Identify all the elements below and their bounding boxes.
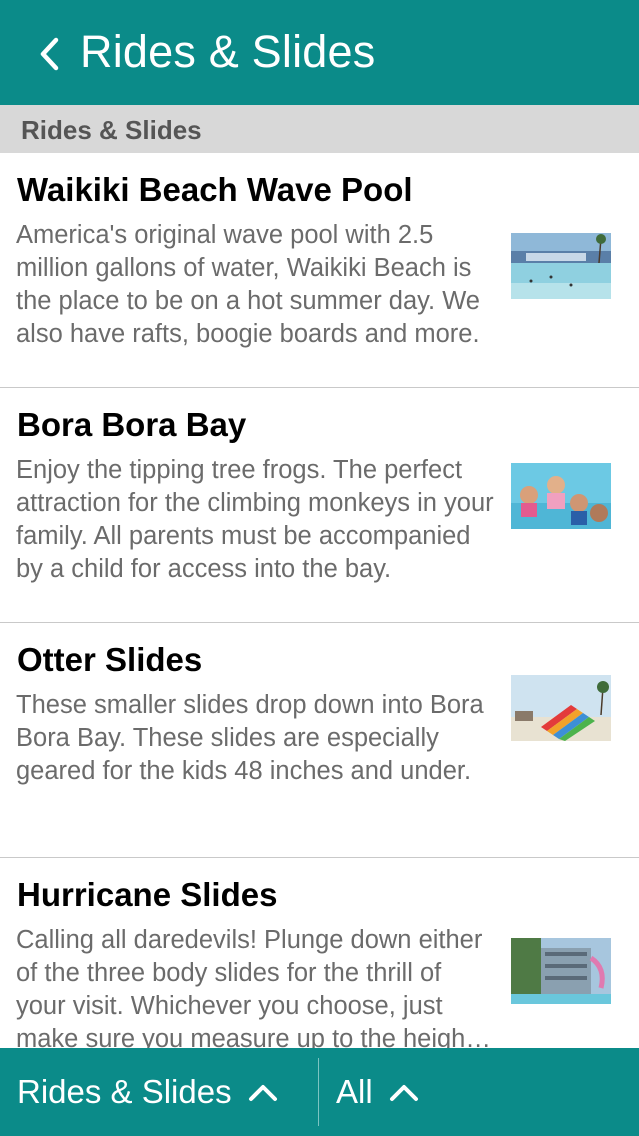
category-filter-button[interactable]: Rides & Slides — [17, 1048, 278, 1136]
nav-header: Rides & Slides — [0, 0, 639, 105]
item-description: These smaller slides drop down into Bora… — [16, 691, 484, 785]
wave-pool-thumbnail — [511, 233, 611, 299]
slide-tower-thumbnail — [511, 938, 611, 1004]
all-filter-button[interactable]: All — [336, 1048, 419, 1136]
list-item[interactable]: Waikiki Beach Wave Pool America's origin… — [0, 153, 639, 388]
all-filter-label: All — [336, 1073, 373, 1110]
footer-divider — [318, 1058, 319, 1126]
kids-in-pool-thumbnail — [511, 463, 611, 529]
item-title: Bora Bora Bay — [17, 406, 247, 443]
list-item[interactable]: Otter Slides These smaller slides drop d… — [0, 623, 639, 858]
item-title: Waikiki Beach Wave Pool — [17, 171, 413, 208]
item-description: America's original wave pool with 2.5 mi… — [16, 221, 480, 348]
chevron-up-icon — [389, 1082, 419, 1102]
page-title: Rides & Slides — [80, 26, 376, 77]
item-description: Enjoy the tipping tree frogs. The perfec… — [16, 456, 494, 583]
item-title: Hurricane Slides — [17, 876, 278, 913]
list-item[interactable]: Bora Bora Bay Enjoy the tipping tree fro… — [0, 388, 639, 623]
item-description: Calling all daredevils! Plunge down eith… — [16, 926, 483, 1048]
filter-bar: Rides & Slides All — [0, 1048, 639, 1136]
back-button[interactable] — [34, 34, 64, 74]
attractions-list[interactable]: Waikiki Beach Wave Pool America's origin… — [0, 153, 639, 1048]
category-filter-label: Rides & Slides — [17, 1073, 232, 1110]
item-title: Otter Slides — [17, 641, 203, 678]
section-header: Rides & Slides — [0, 105, 639, 153]
chevron-up-icon — [248, 1082, 278, 1102]
chevron-left-icon — [40, 37, 59, 71]
colorful-slides-thumbnail — [511, 675, 611, 741]
section-title: Rides & Slides — [21, 115, 202, 145]
list-item[interactable]: Hurricane Slides Calling all daredevils!… — [0, 858, 639, 1048]
